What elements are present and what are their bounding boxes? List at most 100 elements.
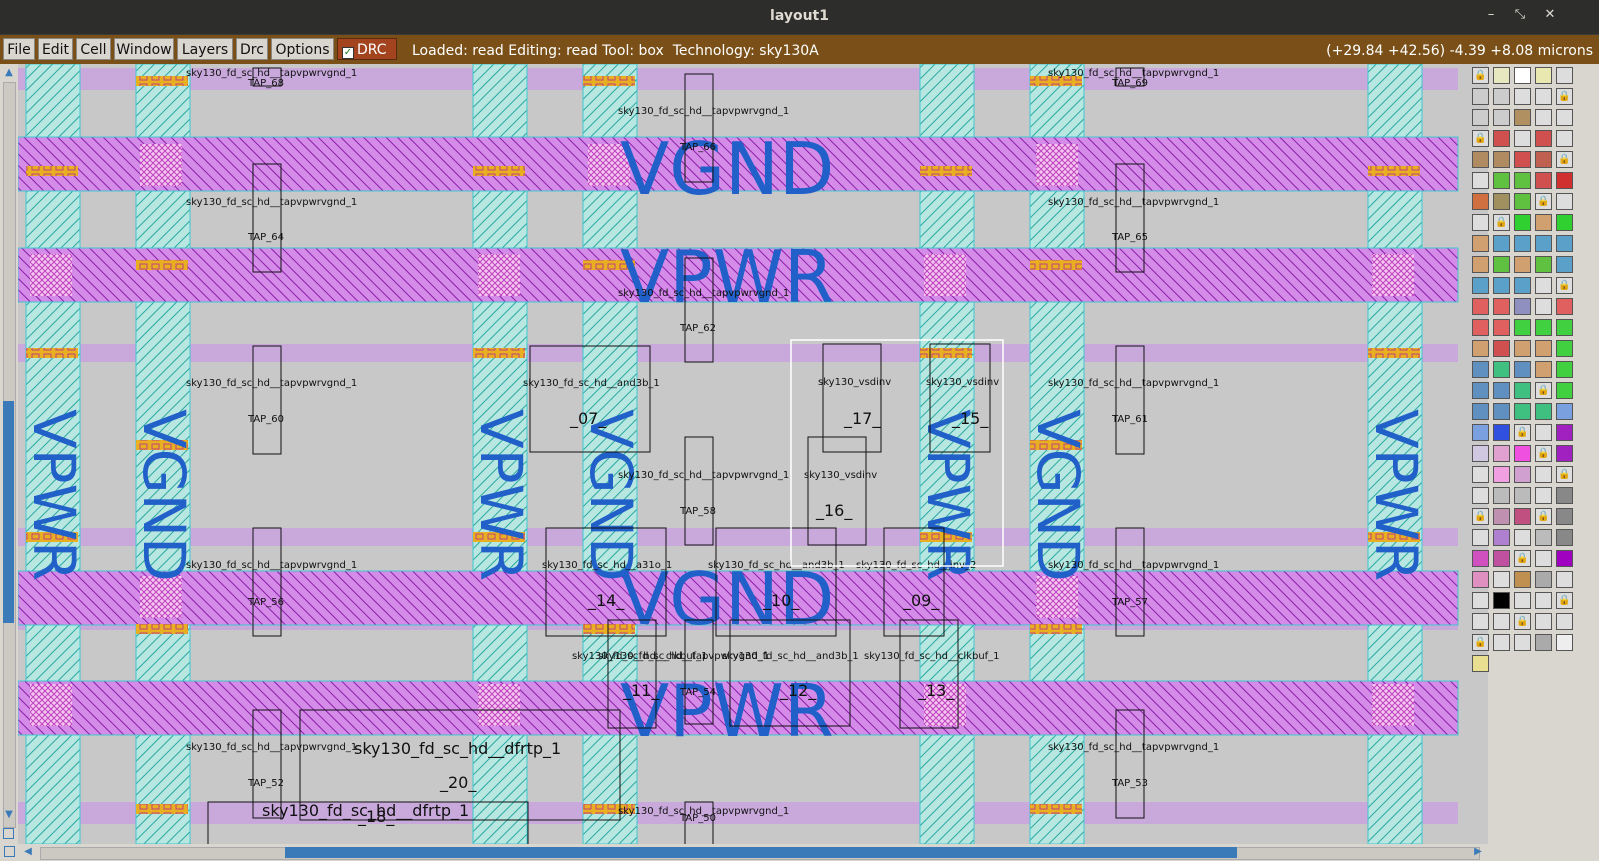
- layer-swatch[interactable]: [1556, 235, 1573, 252]
- layer-swatch[interactable]: [1514, 151, 1531, 168]
- layer-swatch[interactable]: [1493, 487, 1510, 504]
- layer-swatch[interactable]: [1556, 634, 1573, 651]
- vertical-scrollbar[interactable]: ▲ ▼: [0, 64, 18, 844]
- layer-swatch[interactable]: [1514, 466, 1531, 483]
- layer-swatch[interactable]: [1556, 193, 1573, 210]
- layer-swatch[interactable]: [1514, 592, 1531, 609]
- layer-swatch[interactable]: [1535, 298, 1552, 315]
- horizontal-scroll-thumb[interactable]: [285, 847, 1237, 858]
- scroll-up-icon[interactable]: ▲: [3, 67, 15, 79]
- layer-swatch[interactable]: 🔒: [1556, 466, 1573, 483]
- layer-swatch[interactable]: [1514, 88, 1531, 105]
- layer-swatch[interactable]: 🔒: [1535, 445, 1552, 462]
- menu-file[interactable]: File: [3, 38, 35, 60]
- layer-swatch[interactable]: [1493, 235, 1510, 252]
- layer-swatch[interactable]: 🔒: [1556, 151, 1573, 168]
- layer-swatch[interactable]: [1556, 508, 1573, 525]
- layer-swatch[interactable]: [1514, 67, 1531, 84]
- layer-swatch[interactable]: [1472, 424, 1489, 441]
- layer-swatch[interactable]: [1472, 361, 1489, 378]
- menu-window[interactable]: Window: [114, 38, 174, 60]
- layer-swatch[interactable]: [1493, 361, 1510, 378]
- layer-swatch[interactable]: [1556, 445, 1573, 462]
- menu-drc[interactable]: Drc: [236, 38, 268, 60]
- layer-swatch[interactable]: [1493, 634, 1510, 651]
- layer-swatch[interactable]: [1535, 550, 1552, 567]
- layer-swatch[interactable]: [1514, 298, 1531, 315]
- layer-swatch[interactable]: 🔒: [1535, 193, 1552, 210]
- layer-swatch[interactable]: [1493, 445, 1510, 462]
- layer-swatch[interactable]: [1472, 235, 1489, 252]
- layer-swatch[interactable]: 🔒: [1472, 508, 1489, 525]
- layer-swatch[interactable]: [1472, 655, 1489, 672]
- scroll-left-icon[interactable]: ◀: [22, 846, 34, 858]
- layer-swatch[interactable]: [1493, 277, 1510, 294]
- layer-swatch[interactable]: [1493, 508, 1510, 525]
- layer-swatch[interactable]: [1514, 634, 1531, 651]
- layout-canvas[interactable]: VGND VPWR VGND VPWR VPWR VGND VPWR VGND VPWR VGND…: [18, 64, 1488, 844]
- layer-swatch[interactable]: [1493, 550, 1510, 567]
- layer-swatch[interactable]: [1493, 592, 1510, 609]
- layer-swatch[interactable]: [1535, 634, 1552, 651]
- layer-swatch[interactable]: [1493, 403, 1510, 420]
- layer-swatch[interactable]: [1472, 340, 1489, 357]
- layer-swatch[interactable]: 🔒: [1535, 382, 1552, 399]
- drc-toggle[interactable]: ✓ DRC: [337, 38, 397, 60]
- layer-swatch[interactable]: [1514, 445, 1531, 462]
- layer-swatch[interactable]: [1514, 256, 1531, 273]
- layer-swatch[interactable]: [1556, 319, 1573, 336]
- layer-swatch[interactable]: 🔒: [1514, 613, 1531, 630]
- layer-swatch[interactable]: 🔒: [1472, 130, 1489, 147]
- layer-swatch[interactable]: [1514, 235, 1531, 252]
- layout-drawing[interactable]: VGNDVPWRVGNDVPWRVPWR VGND VPWR VGND VPWR VGND…: [18, 64, 1488, 844]
- layer-swatch[interactable]: [1514, 193, 1531, 210]
- layer-swatch[interactable]: [1493, 130, 1510, 147]
- layer-swatch[interactable]: 🔒: [1514, 424, 1531, 441]
- layer-swatch[interactable]: 🔒: [1493, 214, 1510, 231]
- layer-swatch[interactable]: [1472, 88, 1489, 105]
- layer-swatch[interactable]: [1514, 508, 1531, 525]
- layer-swatch[interactable]: [1535, 256, 1552, 273]
- layer-swatch[interactable]: [1493, 466, 1510, 483]
- layer-swatch[interactable]: [1472, 382, 1489, 399]
- layer-swatch[interactable]: [1472, 613, 1489, 630]
- menu-cell[interactable]: Cell: [76, 38, 111, 60]
- layer-swatch[interactable]: [1514, 529, 1531, 546]
- layer-swatch[interactable]: [1556, 613, 1573, 630]
- layer-swatch[interactable]: [1514, 214, 1531, 231]
- layer-swatch[interactable]: 🔒: [1472, 67, 1489, 84]
- menu-options[interactable]: Options: [271, 38, 334, 60]
- layer-swatch[interactable]: [1472, 256, 1489, 273]
- layer-swatch[interactable]: [1556, 298, 1573, 315]
- layer-swatch[interactable]: [1493, 571, 1510, 588]
- scroll-down-icon[interactable]: ▼: [3, 809, 15, 821]
- layer-swatch[interactable]: [1514, 319, 1531, 336]
- layer-swatch[interactable]: [1472, 550, 1489, 567]
- layer-swatch[interactable]: 🔒: [1556, 277, 1573, 294]
- layer-swatch[interactable]: [1514, 277, 1531, 294]
- close-button[interactable]: ✕: [1540, 7, 1560, 22]
- layer-swatch[interactable]: [1493, 424, 1510, 441]
- layer-swatch[interactable]: [1493, 67, 1510, 84]
- layer-swatch[interactable]: [1535, 424, 1552, 441]
- layer-swatch[interactable]: [1556, 550, 1573, 567]
- layer-swatch[interactable]: [1535, 109, 1552, 126]
- layer-swatch[interactable]: [1556, 109, 1573, 126]
- layer-swatch[interactable]: [1556, 382, 1573, 399]
- layer-swatch[interactable]: [1535, 67, 1552, 84]
- layer-swatch[interactable]: [1535, 529, 1552, 546]
- layer-swatch[interactable]: [1556, 424, 1573, 441]
- layer-swatch[interactable]: [1493, 256, 1510, 273]
- layer-swatch[interactable]: [1493, 613, 1510, 630]
- layer-swatch[interactable]: [1535, 403, 1552, 420]
- layer-swatch[interactable]: [1472, 193, 1489, 210]
- layer-swatch[interactable]: [1472, 277, 1489, 294]
- corner-box-icon[interactable]: [4, 846, 15, 857]
- minimize-button[interactable]: –: [1481, 7, 1501, 22]
- layer-swatch[interactable]: [1535, 487, 1552, 504]
- layer-swatch[interactable]: [1514, 130, 1531, 147]
- layer-swatch[interactable]: [1514, 487, 1531, 504]
- layer-swatch[interactable]: [1472, 571, 1489, 588]
- layer-swatch[interactable]: 🔒: [1472, 634, 1489, 651]
- layer-swatch[interactable]: [1493, 319, 1510, 336]
